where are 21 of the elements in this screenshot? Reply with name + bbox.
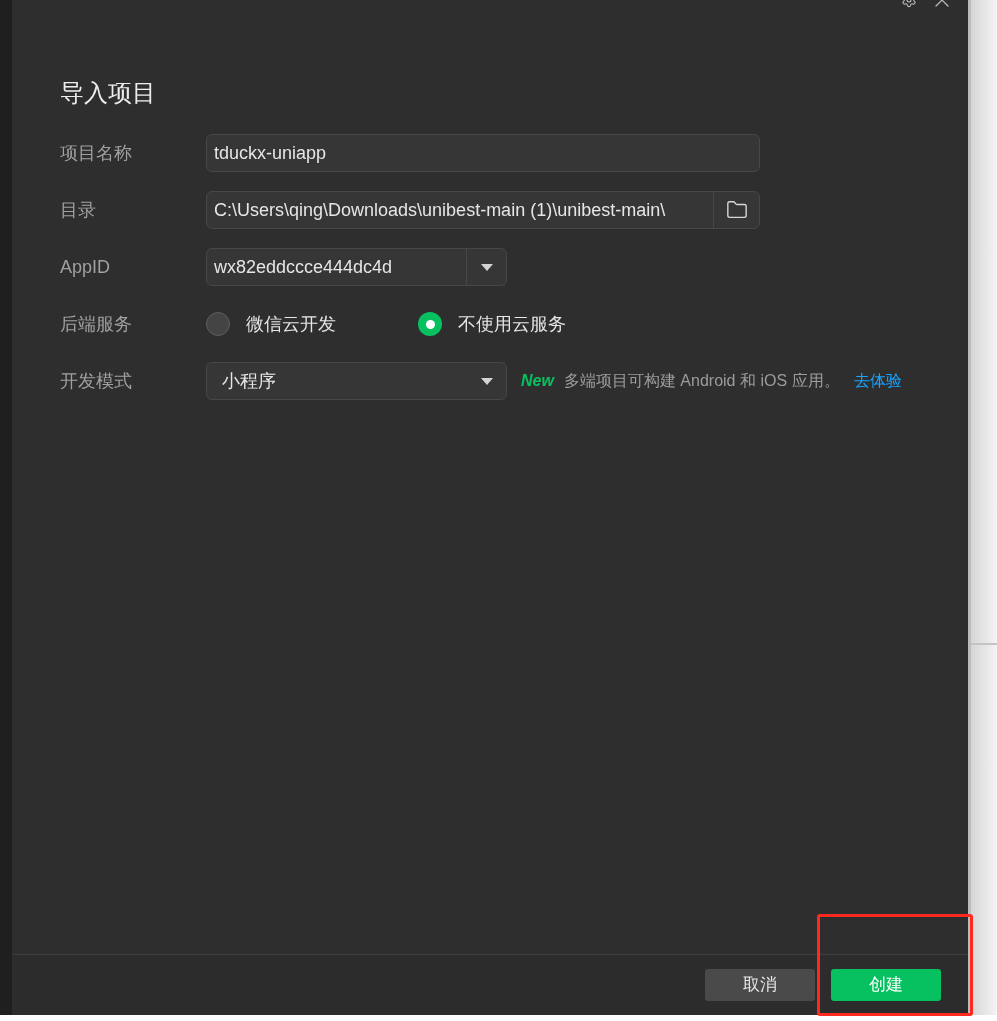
field-label: 目录	[60, 199, 96, 220]
caret-icon	[481, 377, 493, 385]
try-link[interactable]: 去体验	[853, 369, 902, 393]
field-label: AppID	[60, 256, 111, 277]
radio-label[interactable]: 不使用云服务	[458, 310, 566, 338]
dropdown-field[interactable]: wx82eddccce444dc4d	[206, 248, 507, 286]
field-label: 项目名称	[60, 142, 132, 163]
dialog-button[interactable]: 取消	[705, 969, 815, 1001]
radio-button[interactable]	[418, 312, 442, 336]
dropdown-field[interactable]: 小程序	[206, 362, 507, 400]
new-label: New	[521, 371, 554, 391]
folder-icon	[725, 199, 748, 221]
field-label: 开发模式	[60, 370, 132, 391]
radio-button[interactable]	[206, 312, 230, 336]
feature-note: 多端项目可构建 Android 和 iOS 应用。	[563, 371, 840, 391]
radio-label[interactable]: 微信云开发	[246, 310, 336, 338]
text-field[interactable]: tduckx-uniapp	[206, 134, 760, 172]
caret-icon	[480, 263, 493, 271]
dialog-title: 导入项目	[60, 78, 157, 108]
path-field[interactable]: C:\Users\qing\Downloads\unibest-main (1)\unibest-main\	[206, 191, 760, 229]
field-label: 后端服务	[60, 313, 132, 334]
